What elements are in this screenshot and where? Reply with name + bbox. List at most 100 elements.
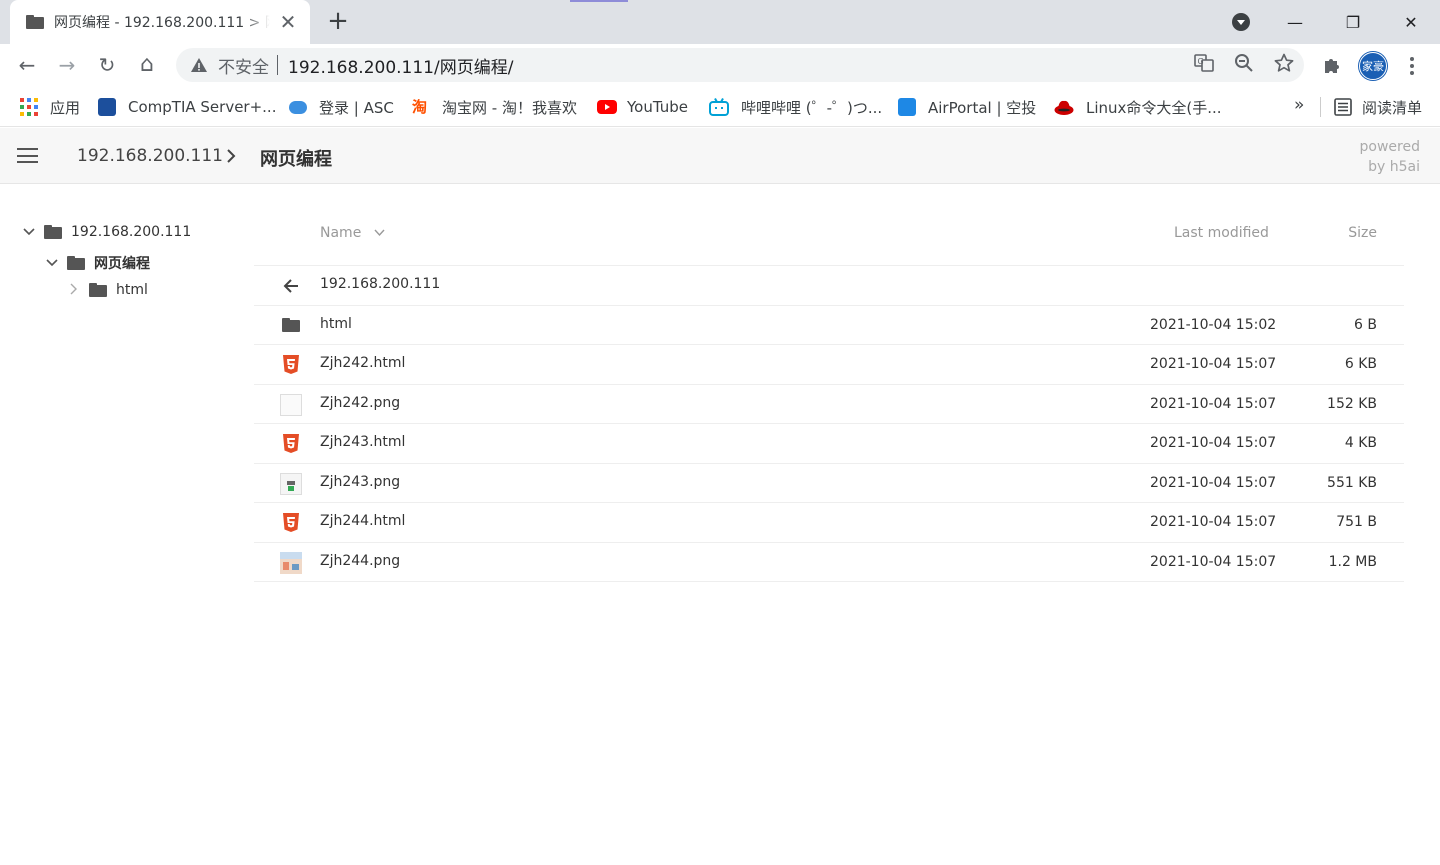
new-tab-button[interactable]: + [326, 7, 350, 35]
tree-label: html [116, 282, 148, 298]
bookmark-label: 登录 | ASC [319, 98, 394, 117]
file-name: Zjh243.png [320, 473, 401, 490]
bookmarks-divider [1320, 97, 1321, 117]
bookmark-label: AirPortal | 空投 [928, 98, 1037, 117]
column-last-modified[interactable]: Last modified [1174, 225, 1269, 241]
image-thumbnail-icon [280, 551, 302, 574]
bookmark-bilibili[interactable]: 哔哩哔哩 (゜-゜)つ... [709, 87, 882, 127]
tab-search-icon[interactable] [1232, 13, 1250, 31]
powered-line-1: powered [1359, 139, 1420, 155]
column-size[interactable]: Size [1348, 225, 1377, 241]
bookmark-label: 哔哩哔哩 (゜-゜)つ... [741, 98, 883, 117]
breadcrumb-chevron-icon [226, 145, 236, 169]
insecure-label[interactable]: 不安全 [218, 53, 269, 78]
file-size: 6 KB [1344, 356, 1377, 372]
youtube-icon [597, 100, 617, 114]
forward-button[interactable]: → [54, 52, 80, 78]
taobao-icon: 淘 [412, 98, 428, 116]
bookmark-linux[interactable]: Linux命令大全(手... [1054, 87, 1222, 127]
chevron-right-icon[interactable] [67, 283, 81, 298]
apps-grid-icon [20, 98, 38, 116]
tab-close-icon[interactable]: ✕ [276, 10, 300, 34]
bookmark-comptia[interactable]: CompTIA Server+... [98, 87, 276, 127]
bookmark-label: Linux命令大全(手... [1086, 98, 1222, 117]
bookmark-label: YouTube [627, 98, 688, 116]
file-name: Zjh244.html [320, 513, 406, 529]
reading-list-icon [1334, 98, 1352, 116]
reading-list-button[interactable]: 阅读清单 [1334, 87, 1422, 127]
chevron-down-icon[interactable] [22, 226, 36, 239]
bookmark-taobao[interactable]: 淘 淘宝网 - 淘！我喜欢 [412, 87, 577, 127]
active-tab[interactable]: 网页编程 - 192.168.200.111 > 网页编程 ✕ [10, 0, 310, 44]
sidebar-toggle-icon[interactable] [17, 148, 38, 163]
html5-icon [283, 434, 299, 453]
file-modified: 2021-10-04 15:07 [1150, 514, 1277, 530]
parent-folder-row[interactable]: 192.168.200.111 [254, 266, 1404, 306]
file-row[interactable]: Zjh242.png 2021-10-04 15:07 152 KB [254, 385, 1404, 424]
bookmark-label: CompTIA Server+... [128, 98, 277, 116]
bookmark-apps[interactable]: 应用 [20, 87, 80, 127]
column-name[interactable]: Name [320, 225, 385, 241]
file-size: 152 KB [1327, 395, 1377, 412]
file-modified: 2021-10-04 15:07 [1150, 553, 1277, 570]
file-row[interactable]: html 2021-10-04 15:02 6 B [254, 306, 1404, 345]
file-size: 551 KB [1327, 474, 1377, 491]
comptia-icon [98, 98, 116, 116]
file-row[interactable]: Zjh243.html 2021-10-04 15:07 4 KB [254, 424, 1404, 464]
close-window-button[interactable]: ✕ [1382, 13, 1440, 32]
tree-label: 192.168.200.111 [71, 224, 192, 240]
tree-node-current[interactable]: 网页编程 [45, 253, 150, 273]
reload-button[interactable]: ↻ [94, 52, 120, 78]
maximize-button[interactable]: ❐ [1324, 13, 1382, 32]
address-separator [277, 55, 278, 75]
file-size: 4 KB [1344, 435, 1377, 451]
browser-menu-icon[interactable] [1404, 56, 1420, 76]
powered-by[interactable]: powered by h5ai [1360, 137, 1420, 177]
folder-icon [89, 283, 107, 297]
back-button[interactable]: ← [14, 52, 40, 78]
tree-node-html[interactable]: html [67, 282, 148, 298]
breadcrumb-root[interactable]: 192.168.200.111 [77, 146, 223, 166]
airportal-icon [898, 98, 916, 116]
tree-node-root[interactable]: 192.168.200.111 [22, 224, 191, 240]
tab-strip-accent [570, 0, 628, 2]
bookmark-youtube[interactable]: YouTube [597, 87, 688, 127]
image-thumbnail-icon [280, 393, 302, 416]
bookmarks-overflow-button[interactable]: » [1294, 95, 1304, 115]
redhat-icon [1054, 100, 1074, 115]
extensions-icon[interactable] [1322, 55, 1344, 77]
svg-text:G: G [1198, 57, 1204, 66]
file-row[interactable]: Zjh242.html 2021-10-04 15:07 6 KB [254, 345, 1404, 385]
tab-strip: 网页编程 - 192.168.200.111 > 网页编程 ✕ + — ❐ ✕ [0, 0, 1440, 44]
translate-icon[interactable]: G [1184, 53, 1224, 78]
zoom-icon[interactable] [1224, 53, 1264, 78]
minimize-button[interactable]: — [1266, 13, 1324, 32]
home-button[interactable]: ⌂ [134, 52, 160, 78]
warning-icon [191, 58, 207, 72]
file-name: Zjh242.html [320, 355, 406, 371]
file-row[interactable]: Zjh243.png 2021-10-04 15:07 551 KB [254, 464, 1404, 503]
bookmark-airportal[interactable]: AirPortal | 空投 [898, 87, 1036, 127]
profile-avatar[interactable]: 家豪 [1359, 52, 1387, 80]
address-bar-actions: G [1184, 48, 1304, 82]
breadcrumb-current[interactable]: 网页编程 [260, 145, 332, 171]
folder-icon [44, 225, 62, 239]
bookmark-star-icon[interactable] [1264, 53, 1304, 78]
file-modified: 2021-10-04 15:02 [1150, 316, 1277, 333]
file-modified: 2021-10-04 15:07 [1150, 435, 1277, 451]
parent-folder-label: 192.168.200.111 [320, 276, 441, 292]
address-bar[interactable]: 不安全 192.168.200.111/网页编程/ G [176, 48, 1304, 82]
h5ai-topbar: 192.168.200.111 网页编程 powered by h5ai [0, 128, 1440, 184]
file-size: 751 B [1336, 514, 1377, 530]
chevron-down-icon[interactable] [45, 257, 59, 270]
file-row[interactable]: Zjh244.html 2021-10-04 15:07 751 B [254, 503, 1404, 543]
bookmark-label: 淘宝网 - 淘！我喜欢 [442, 98, 577, 117]
file-row[interactable]: Zjh244.png 2021-10-04 15:07 1.2 MB [254, 543, 1404, 582]
file-modified: 2021-10-04 15:07 [1150, 395, 1277, 412]
bookmarks-bar: 应用 CompTIA Server+... 登录 | ASC 淘 淘宝网 - 淘… [0, 87, 1440, 127]
url-text[interactable]: 192.168.200.111/网页编程/ [288, 53, 513, 78]
bookmark-asc[interactable]: 登录 | ASC [289, 87, 394, 127]
column-name-label: Name [320, 225, 362, 241]
arrow-left-icon [283, 279, 298, 293]
cloud-icon [289, 100, 307, 114]
